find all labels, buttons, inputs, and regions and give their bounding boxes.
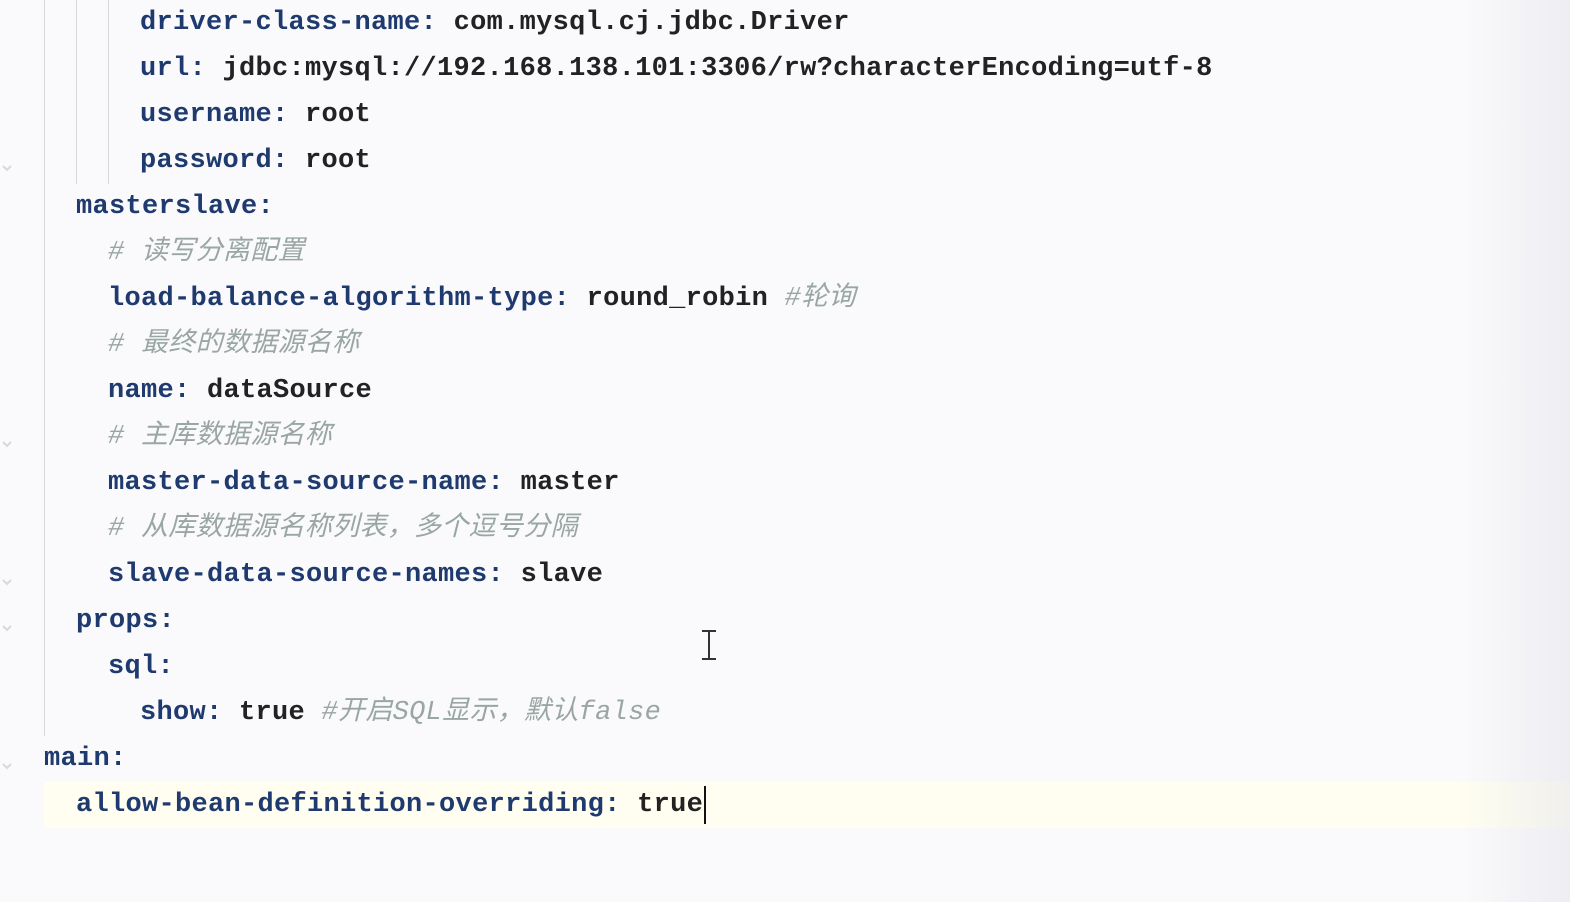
indent-guide: [44, 644, 45, 690]
code-line[interactable]: name: dataSource: [44, 368, 1570, 414]
indent-guide: [44, 92, 45, 138]
yaml-comment: #开启SQL显示，默认false: [322, 690, 662, 736]
indent-guide: [44, 46, 45, 92]
indent-guide: [76, 138, 77, 184]
yaml-value: true: [223, 690, 322, 736]
indent-guide: [76, 46, 77, 92]
yaml-key: driver-class-name:: [140, 0, 437, 46]
code-line[interactable]: masterslave:: [44, 184, 1570, 230]
yaml-comment: # 最终的数据源名称: [108, 322, 359, 368]
yaml-comment: # 从库数据源名称列表，多个逗号分隔: [108, 506, 578, 552]
code-editor[interactable]: driver-class-name: com.mysql.cj.jdbc.Dri…: [0, 0, 1570, 902]
code-line[interactable]: show: true #开启SQL显示，默认false: [44, 690, 1570, 736]
yaml-key: slave-data-source-names:: [108, 552, 504, 598]
indent-guide: [44, 0, 45, 46]
yaml-key: password:: [140, 138, 289, 184]
yaml-key: main:: [44, 736, 127, 782]
indent-guide: [76, 0, 77, 46]
yaml-value: slave: [504, 552, 603, 598]
indent-guide: [76, 92, 77, 138]
indent-guide: [44, 276, 45, 322]
yaml-comment: #轮询: [785, 276, 856, 322]
yaml-key: load-balance-algorithm-type:: [108, 276, 570, 322]
indent-guide: [44, 506, 45, 552]
code-area[interactable]: driver-class-name: com.mysql.cj.jdbc.Dri…: [44, 0, 1570, 828]
code-line[interactable]: # 读写分离配置: [44, 230, 1570, 276]
fold-icon[interactable]: [0, 430, 14, 444]
indent-guide: [44, 184, 45, 230]
yaml-key: name:: [108, 368, 191, 414]
indent-guide: [44, 230, 45, 276]
fold-icon[interactable]: [0, 614, 14, 628]
yaml-key: allow-bean-definition-overriding:: [76, 782, 621, 828]
indent-guide: [44, 368, 45, 414]
code-line[interactable]: main:: [44, 736, 1570, 782]
yaml-value: round_robin: [570, 276, 785, 322]
indent-guide: [108, 92, 109, 138]
yaml-key: sql:: [108, 644, 174, 690]
yaml-value: master: [504, 460, 620, 506]
fold-icon[interactable]: [0, 568, 14, 582]
code-line[interactable]: load-balance-algorithm-type: round_robin…: [44, 276, 1570, 322]
code-line[interactable]: driver-class-name: com.mysql.cj.jdbc.Dri…: [44, 0, 1570, 46]
indent-guide: [108, 0, 109, 46]
code-line[interactable]: # 最终的数据源名称: [44, 322, 1570, 368]
indent-guide: [44, 460, 45, 506]
yaml-key: masterslave:: [76, 184, 274, 230]
yaml-comment: # 主库数据源名称: [108, 414, 332, 460]
code-line[interactable]: # 从库数据源名称列表，多个逗号分隔: [44, 506, 1570, 552]
code-line[interactable]: sql:: [44, 644, 1570, 690]
caret: [704, 786, 706, 824]
indent-guide: [108, 138, 109, 184]
yaml-value: root: [289, 138, 372, 184]
fold-icon[interactable]: [0, 752, 14, 766]
yaml-key: username:: [140, 92, 289, 138]
code-line[interactable]: password: root: [44, 138, 1570, 184]
yaml-key: url:: [140, 46, 206, 92]
code-line[interactable]: slave-data-source-names: slave: [44, 552, 1570, 598]
yaml-key: props:: [76, 598, 175, 644]
yaml-value: dataSource: [191, 368, 373, 414]
indent-guide: [44, 138, 45, 184]
code-line[interactable]: allow-bean-definition-overriding: true: [44, 782, 1570, 828]
yaml-comment: # 读写分离配置: [108, 230, 305, 276]
indent-guide: [44, 552, 45, 598]
code-line[interactable]: props:: [44, 598, 1570, 644]
code-line[interactable]: master-data-source-name: master: [44, 460, 1570, 506]
yaml-value: root: [289, 92, 372, 138]
fold-icon[interactable]: [0, 154, 14, 168]
code-line[interactable]: # 主库数据源名称: [44, 414, 1570, 460]
code-line[interactable]: username: root: [44, 92, 1570, 138]
indent-guide: [108, 46, 109, 92]
gutter: [0, 0, 20, 902]
code-line[interactable]: url: jdbc:mysql://192.168.138.101:3306/r…: [44, 46, 1570, 92]
yaml-value: true: [621, 782, 704, 828]
indent-guide: [44, 322, 45, 368]
yaml-value: jdbc:mysql://192.168.138.101:3306/rw?cha…: [206, 46, 1213, 92]
indent-guide: [44, 598, 45, 644]
yaml-key: show:: [140, 690, 223, 736]
indent-guide: [44, 690, 45, 736]
yaml-value: com.mysql.cj.jdbc.Driver: [437, 0, 850, 46]
indent-guide: [44, 414, 45, 460]
yaml-key: master-data-source-name:: [108, 460, 504, 506]
